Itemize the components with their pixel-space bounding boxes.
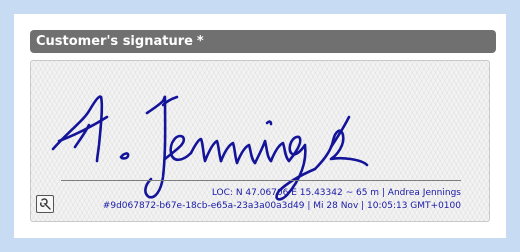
- signature-stroke: [51, 95, 104, 163]
- hash-line: #9d067872-b67e-18cb-e65a-23a3a00a3d49 | …: [102, 201, 461, 211]
- signature-card: Customer's signature * LOC: N 47.06706 E…: [14, 14, 506, 238]
- signature-stroke: [329, 115, 351, 149]
- section-title: Customer's signature: [36, 34, 193, 49]
- signature-stroke: [253, 139, 273, 165]
- signature-stroke: [119, 152, 130, 160]
- signature-stroke: [219, 141, 257, 165]
- signature-stroke: [189, 137, 223, 163]
- signature-stroke: [265, 120, 273, 126]
- section-header: Customer's signature *: [30, 30, 496, 53]
- signature-stroke: [313, 129, 369, 171]
- signature-stroke: [144, 95, 167, 199]
- location-line: LOC: N 47.06706 E 15.43342 ~ 65 m | Andr…: [211, 188, 461, 198]
- signature-stroke: [163, 134, 193, 162]
- signature-stroke: [269, 141, 291, 163]
- wrench-button[interactable]: [36, 195, 54, 213]
- signature-metadata: LOC: N 47.06706 E 15.43342 ~ 65 m | Andr…: [103, 187, 461, 213]
- signature-stroke: [73, 123, 91, 149]
- signature-baseline: [61, 180, 461, 181]
- required-marker: *: [196, 34, 204, 49]
- signature-pad[interactable]: LOC: N 47.06706 E 15.43342 ~ 65 m | Andr…: [30, 60, 490, 222]
- wrench-icon: [40, 198, 51, 210]
